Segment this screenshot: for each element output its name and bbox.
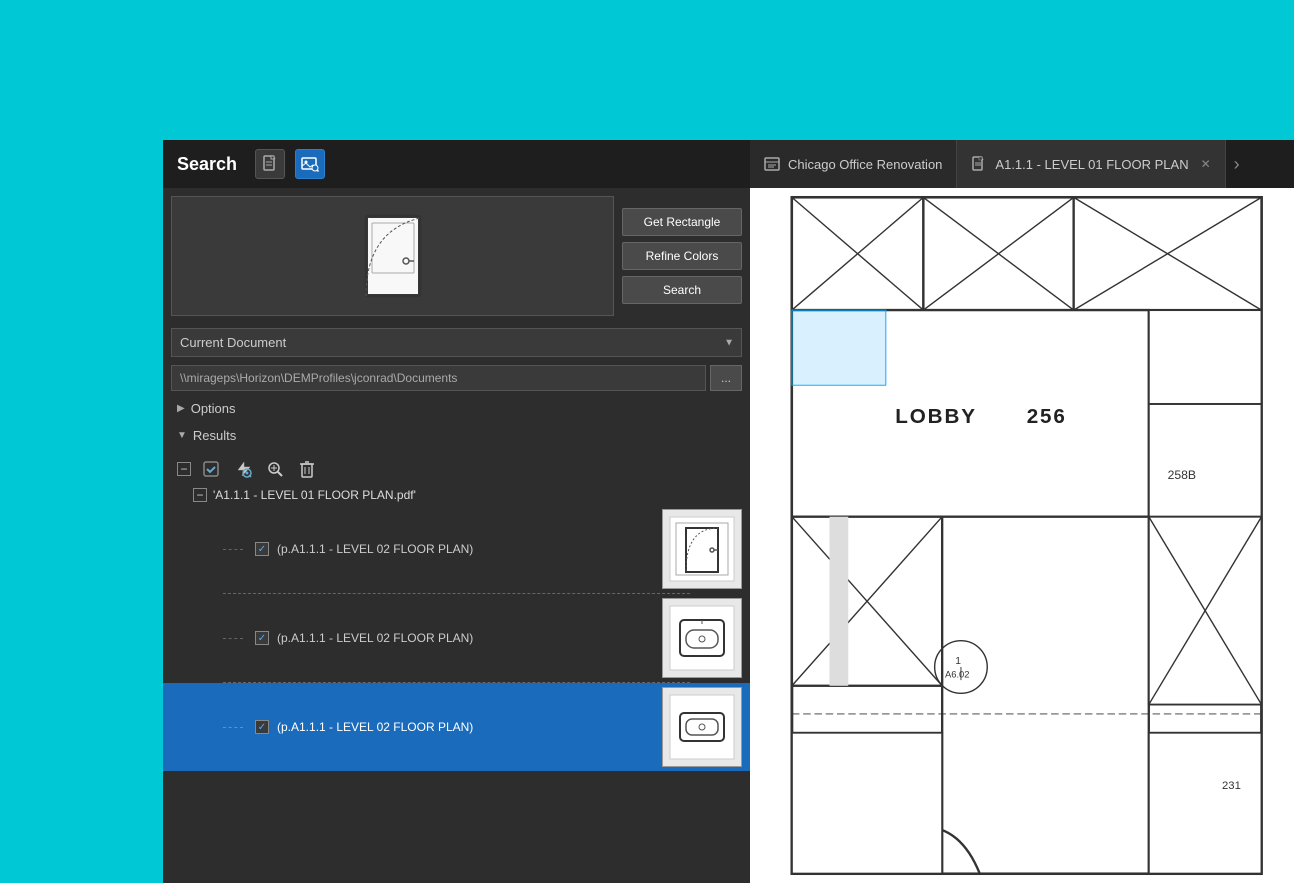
result-item-2[interactable]: (p.A1.1.1 - LEVEL 02 FLOOR PLAN) (163, 594, 750, 682)
browse-button[interactable]: ... (710, 365, 742, 391)
right-panel: Chicago Office Renovation A1.1.1 - LEVEL… (750, 140, 1294, 883)
result-thumbnail-1[interactable] (662, 509, 742, 589)
project-tab-label: Chicago Office Renovation (788, 157, 942, 172)
result-thumbnail-3[interactable] (662, 687, 742, 767)
search-button[interactable]: Search (622, 276, 742, 304)
image-preview-area: Get Rectangle Refine Colors Search (163, 188, 750, 324)
refine-colors-button[interactable]: Refine Colors (622, 242, 742, 270)
check-all-button[interactable] (199, 457, 223, 481)
door-preview-image (358, 211, 428, 301)
options-section-header[interactable]: ▶ Options (163, 395, 750, 422)
more-tabs-button[interactable]: › (1226, 154, 1248, 175)
left-panel: Search (163, 140, 750, 883)
result-label-3: (p.A1.1.1 - LEVEL 02 FLOOR PLAN) (277, 720, 654, 734)
svg-text:256: 256 (1027, 405, 1067, 428)
result-item-3[interactable]: (p.A1.1.1 - LEVEL 02 FLOOR PLAN) (163, 683, 750, 771)
results-label: Results (193, 428, 236, 443)
svg-text:258B: 258B (1168, 468, 1196, 482)
project-icon (764, 156, 780, 172)
panel-header: Search (163, 140, 750, 188)
file-icon-button[interactable] (255, 149, 285, 179)
panel-title: Search (177, 154, 237, 175)
path-input[interactable] (171, 365, 706, 391)
action-buttons: Get Rectangle Refine Colors Search (622, 196, 742, 316)
connector-3 (223, 727, 243, 728)
document-tab[interactable]: A1.1.1 - LEVEL 01 FLOOR PLAN ✕ (957, 140, 1225, 188)
thumbnail-rect-3 (666, 691, 738, 763)
result-item-1[interactable]: (p.A1.1.1 - LEVEL 02 FLOOR PLAN) (163, 505, 750, 593)
result-label-2: (p.A1.1.1 - LEVEL 02 FLOOR PLAN) (277, 631, 654, 645)
document-scope-select[interactable]: Current DocumentAll DocumentsSelected Do… (171, 328, 742, 357)
tree-toolbar: − (163, 453, 750, 485)
options-arrow-icon: ▶ (177, 403, 185, 414)
file-icon (262, 155, 278, 173)
tree-file-node[interactable]: − 'A1.1.1 - LEVEL 01 FLOOR PLAN.pdf' (163, 485, 750, 505)
thumbnail-door-1 (666, 513, 738, 585)
right-header: Chicago Office Renovation A1.1.1 - LEVEL… (750, 140, 1294, 188)
magnify-icon (266, 460, 284, 478)
project-tab[interactable]: Chicago Office Renovation (750, 140, 957, 188)
document-scope-wrapper: Current DocumentAll DocumentsSelected Do… (171, 328, 742, 357)
path-row: ... (163, 361, 750, 395)
result-checkbox-1[interactable] (255, 542, 269, 556)
magnify-button[interactable] (263, 457, 287, 481)
collapse-all-button[interactable]: − (177, 462, 191, 476)
file-collapse-button[interactable]: − (193, 488, 207, 502)
file-name: 'A1.1.1 - LEVEL 01 FLOOR PLAN.pdf' (213, 488, 416, 502)
results-section-header[interactable]: ▼ Results (163, 422, 750, 449)
connector-2 (223, 638, 243, 639)
svg-text:A6.02: A6.02 (945, 668, 970, 679)
results-tree: − (163, 449, 750, 883)
image-icon (301, 156, 319, 172)
result-checkbox-2[interactable] (255, 631, 269, 645)
main-container: Search (163, 140, 1294, 883)
thumbnail-rect-2 (666, 602, 738, 674)
floor-plan-svg: LOBBY 256 258B 1 (750, 188, 1294, 883)
results-arrow-icon: ▼ (177, 430, 187, 441)
result-thumbnail-2[interactable] (662, 598, 742, 678)
image-search-icon-button[interactable] (295, 149, 325, 179)
lobby-text: LOBBY (895, 405, 977, 428)
document-scope-row: Current DocumentAll DocumentsSelected Do… (163, 324, 750, 361)
delete-button[interactable] (295, 457, 319, 481)
options-label: Options (191, 401, 236, 416)
trash-icon (299, 460, 315, 478)
svg-text:231: 231 (1222, 780, 1241, 792)
action-button[interactable] (231, 457, 255, 481)
result-label-1: (p.A1.1.1 - LEVEL 02 FLOOR PLAN) (277, 542, 654, 556)
floor-plan-area[interactable]: LOBBY 256 258B 1 (750, 188, 1294, 883)
document-tab-label: A1.1.1 - LEVEL 01 FLOOR PLAN (995, 157, 1188, 172)
result-checkbox-3[interactable] (255, 720, 269, 734)
check-icon (202, 460, 220, 478)
get-rectangle-button[interactable]: Get Rectangle (622, 208, 742, 236)
close-tab-button[interactable]: ✕ (1201, 157, 1211, 171)
document-icon (971, 156, 987, 172)
connector-1 (223, 549, 243, 550)
lightning-icon (234, 460, 252, 478)
svg-text:1: 1 (955, 656, 961, 667)
image-drop-zone[interactable] (171, 196, 614, 316)
